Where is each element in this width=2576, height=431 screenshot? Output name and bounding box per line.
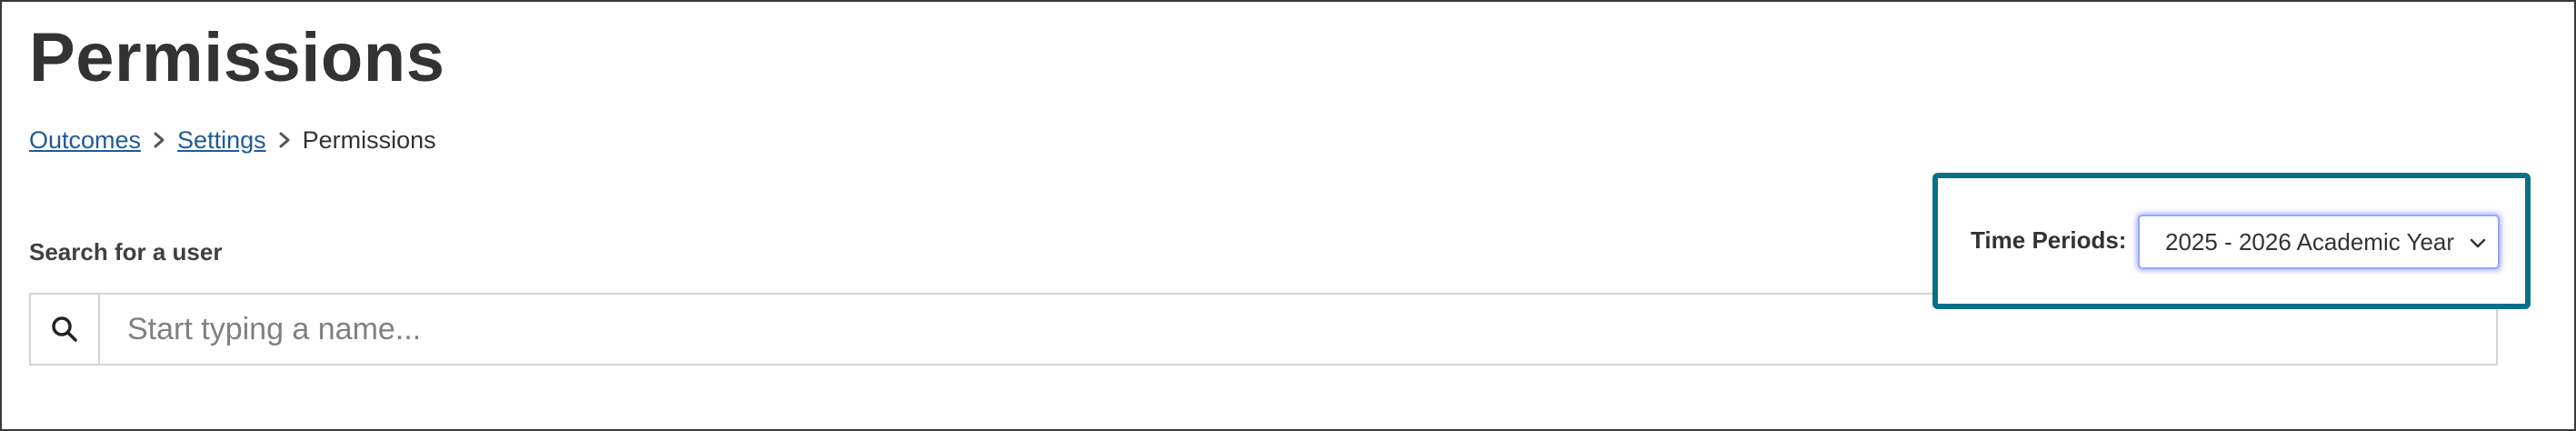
page-frame: Permissions Outcomes Settings Permission… — [0, 0, 2576, 431]
time-periods-label: Time Periods: — [1971, 226, 2127, 254]
page-title: Permissions — [29, 19, 445, 96]
breadcrumb-current: Permissions — [302, 125, 436, 154]
chevron-right-icon — [266, 122, 303, 158]
chevron-down-icon — [2467, 233, 2489, 255]
time-periods-select[interactable]: 2025 - 2026 Academic Year — [2138, 215, 2500, 269]
search-label: Search for a user — [29, 238, 223, 266]
breadcrumb-link-settings[interactable]: Settings — [177, 126, 266, 155]
search-icon[interactable] — [31, 295, 100, 364]
time-periods-selected-value: 2025 - 2026 Academic Year — [2165, 227, 2455, 256]
breadcrumb: Outcomes Settings Permissions — [29, 122, 436, 158]
chevron-right-icon — [141, 122, 177, 158]
breadcrumb-link-outcomes[interactable]: Outcomes — [29, 126, 141, 155]
